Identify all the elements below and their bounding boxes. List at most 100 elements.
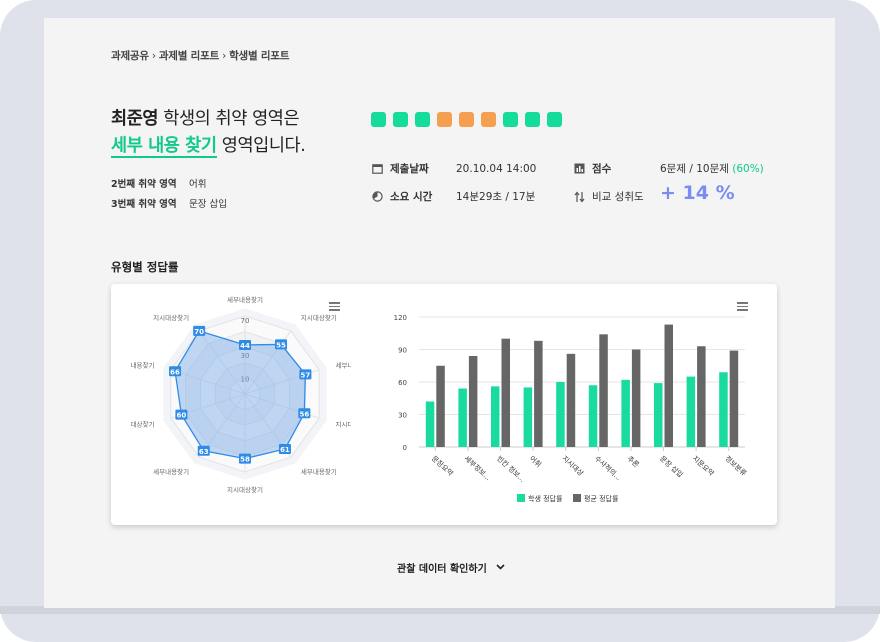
student-bar: [654, 383, 663, 447]
score-stat: 점수 6문제 / 10문제 (60%): [573, 161, 764, 176]
radar-value-label: 66: [170, 368, 180, 376]
student-bar: [719, 372, 728, 447]
view-observation-data-button[interactable]: 관찰 데이터 확인하기: [397, 560, 505, 575]
bar-x-tick-label: 문장 삽입: [658, 454, 685, 479]
bar-x-tick-label: 문장요약: [430, 454, 456, 478]
radar-value-label: 61: [280, 446, 290, 454]
answer-result-dot: [525, 112, 540, 127]
section-title: 유형별 정답률: [111, 260, 179, 274]
bar-x-tick-label: 지시대상: [560, 454, 586, 478]
bar-x-tick-label: 어휘: [528, 454, 544, 469]
radar-value-label: 63: [199, 448, 209, 456]
bar-y-tick-label: 30: [398, 412, 407, 420]
weak-area-value: 문장 삽입: [189, 199, 227, 210]
average-bar: [631, 349, 641, 447]
radar-axis-label: 세부내용찾기: [153, 467, 189, 476]
answer-result-dot: [503, 112, 518, 127]
weak-area-label: 2번째 취약 영역: [111, 179, 177, 190]
submit-date-value: 20.10.04 14:00: [456, 162, 537, 175]
student-bar: [491, 386, 500, 447]
legend-marker: [573, 494, 581, 502]
bar-x-tick-label: 수사적의...: [593, 454, 623, 482]
student-bar: [425, 401, 435, 447]
breadcrumb-item-assignment-share[interactable]: 과제공유: [111, 48, 149, 63]
calendar-icon: [371, 163, 383, 175]
radar-axis-label: 지시대: [336, 419, 351, 428]
submit-date-label: 제출날짜: [390, 163, 429, 175]
legend-marker: [517, 494, 525, 502]
average-bar: [664, 324, 673, 447]
breadcrumb-item-student-report[interactable]: 학생별 리포트: [229, 48, 289, 63]
breadcrumb-item-assignment-report[interactable]: 과제별 리포트: [159, 48, 219, 63]
weak-area-value: 어휘: [189, 179, 207, 190]
radar-axis-label: 내용찾기: [131, 361, 155, 370]
compare-label: 비교 성취도: [592, 191, 644, 203]
bar-x-tick-label: 추론: [626, 455, 641, 470]
radar-axis-label: 대상찾기: [131, 419, 155, 428]
answer-result-dot: [459, 112, 474, 127]
bar-x-tick-label: 정보분류: [723, 454, 749, 478]
radar-value-label: 56: [299, 410, 309, 418]
answer-result-dot: [393, 112, 408, 127]
bar-y-tick-label: 0: [403, 444, 407, 452]
score-value: 6문제 / 10문제: [660, 163, 729, 175]
radar-axis-label: 지시대상찾기: [301, 313, 337, 322]
page-title: 최준영 학생의 취약 영역은 세부 내용 찾기 영역입니다.: [111, 106, 306, 160]
chart-card: 10307044555756615863606670세부내용찾기지시대상찾기세부…: [111, 284, 777, 525]
answer-result-dots: [371, 112, 569, 127]
student-bar: [556, 382, 565, 447]
average-bar: [468, 356, 478, 447]
average-bar: [566, 353, 576, 447]
breadcrumb-separator: ›: [222, 50, 227, 62]
compare-stat: 비교 성취도 + 14 %: [573, 182, 735, 204]
weak-area-row: 3번째 취약 영역 문장 삽입: [111, 193, 227, 213]
weak-area-list: 2번째 취약 영역 어휘 3번째 취약 영역 문장 삽입: [111, 173, 227, 213]
weak-area-highlight: 세부 내용 찾기: [111, 136, 217, 158]
average-bar: [501, 338, 510, 447]
app-screen: 과제공유 › 과제별 리포트 › 학생별 리포트 최준영 학생의 취약 영역은 세부 내…: [44, 18, 835, 608]
answer-result-dot: [437, 112, 452, 127]
student-bar: [686, 376, 696, 447]
student-name: 최준영: [111, 109, 159, 129]
average-bar: [534, 340, 543, 447]
headline-text-1: 학생의 취약 영역은: [158, 109, 300, 129]
bar-chart-icon: [573, 163, 585, 175]
radar-value-label: 58: [240, 456, 250, 464]
student-bar: [523, 387, 533, 447]
radar-axis-label: 지시대상찾기: [153, 313, 189, 322]
bar-y-tick-label: 60: [398, 379, 407, 387]
student-bar: [458, 388, 467, 447]
radar-value-label: 44: [240, 342, 250, 350]
radar-chart: 10307044555756615863606670세부내용찾기지시대상찾기세부…: [131, 295, 351, 494]
breadcrumb: 과제공유 › 과제별 리포트 › 학생별 리포트: [111, 48, 289, 63]
answer-result-dot: [371, 112, 386, 127]
average-bar: [697, 346, 706, 447]
radar-axis-label: 세부내: [336, 361, 351, 370]
bar-y-tick-label: 120: [394, 314, 407, 322]
clock-icon: [371, 191, 383, 203]
radar-value-label: 60: [177, 412, 187, 420]
radar-axis-label: 세부내용찾기: [227, 295, 263, 304]
radar-axis-label: 지시대상찾기: [227, 485, 263, 494]
view-more-label: 관찰 데이터 확인하기: [397, 564, 487, 575]
swap-arrows-icon: [573, 191, 585, 203]
score-label: 점수: [592, 163, 612, 175]
average-bar: [729, 350, 739, 447]
answer-result-dot: [481, 112, 496, 127]
time-spent-stat: 소요 시간 14분29초 / 17분: [371, 189, 535, 204]
score-percent: (60%): [732, 163, 764, 175]
bar-y-tick-label: 90: [398, 347, 407, 355]
time-spent-label: 소요 시간: [390, 191, 433, 203]
answer-result-dot: [547, 112, 562, 127]
chevron-down-icon: [496, 563, 505, 573]
radar-tick-label: 70: [241, 317, 250, 325]
radar-value-label: 70: [194, 328, 204, 336]
compare-value: + 14 %: [660, 182, 735, 204]
radar-axis-label: 세부내용찾기: [301, 467, 337, 476]
bar-x-tick-label: 빈칸 정보...: [495, 454, 527, 484]
submit-date-stat: 제출날짜 20.10.04 14:00: [371, 161, 536, 176]
bar-x-tick-label: 지문요약: [691, 454, 717, 478]
legend-label: 평균 정답률: [584, 494, 619, 503]
answer-result-dot: [415, 112, 430, 127]
student-bar: [588, 385, 598, 447]
